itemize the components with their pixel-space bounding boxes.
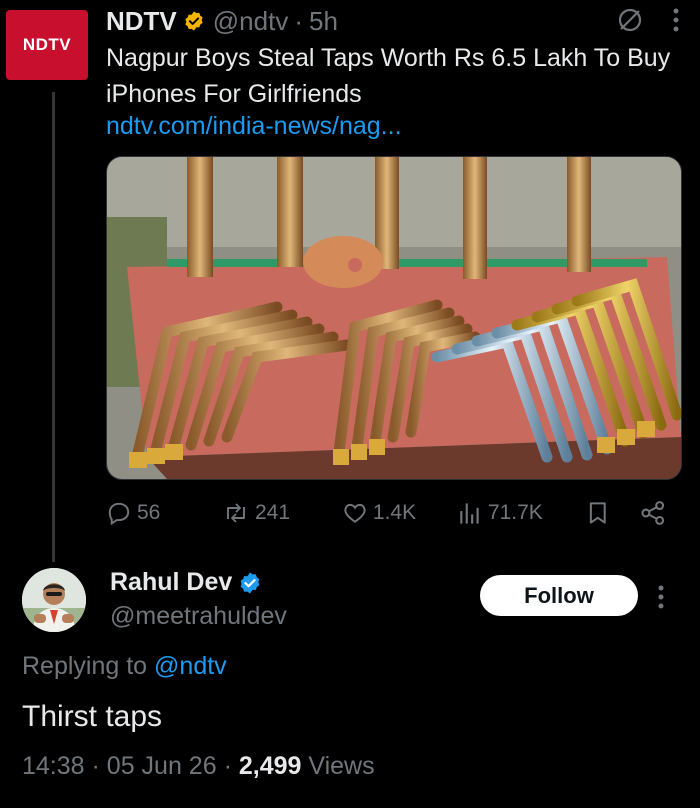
replying-handle-link[interactable]: @ndtv <box>154 652 227 680</box>
reply-action[interactable]: 56 <box>106 500 222 526</box>
follow-button[interactable]: Follow <box>480 575 638 616</box>
replying-to: Replying to @ndtv <box>22 652 227 681</box>
dot-separator: · <box>223 752 239 780</box>
photo-of-stolen-taps <box>107 157 681 479</box>
heart-icon <box>344 503 366 523</box>
tweet-image[interactable] <box>106 156 682 480</box>
tweet-actions: 56 241 1.4K 71.7K <box>106 496 666 530</box>
reply-views-label: Views <box>308 752 375 780</box>
repost-count: 241 <box>255 501 291 524</box>
share-icon[interactable] <box>639 499 667 527</box>
blue-verified-icon <box>240 572 260 593</box>
reply-author-name[interactable]: Rahul Dev <box>110 568 232 597</box>
reply-date[interactable]: 05 Jun 26 <box>107 752 217 780</box>
more-options-icon[interactable] <box>672 7 680 33</box>
author-name[interactable]: NDTV <box>106 6 177 37</box>
reply-count: 56 <box>137 501 161 524</box>
views-count: 71.7K <box>487 501 543 524</box>
reply-text: Thirst taps <box>22 700 163 733</box>
dot-separator: · <box>91 752 107 780</box>
views-chart-icon <box>460 503 479 524</box>
person-photo <box>22 568 86 632</box>
dot-separator: · <box>294 5 303 36</box>
ndtv-logo-text: NDTV <box>22 35 72 54</box>
reply-views-count: 2,499 <box>238 752 302 780</box>
ndtv-avatar[interactable]: NDTV <box>6 10 88 80</box>
reply-meta: 14:38 · 05 Jun 26 · 2,499 Views <box>22 752 375 781</box>
top-icons <box>616 6 680 34</box>
reply-icon <box>108 502 130 526</box>
tweet-header: NDTV @ndtv · 5h <box>106 4 338 38</box>
grok-icon[interactable] <box>616 6 644 34</box>
reply-author-handle[interactable]: @meetrahuldev <box>110 602 287 631</box>
reply-avatar[interactable] <box>22 568 86 632</box>
gold-verified-icon <box>185 11 203 31</box>
repost-action[interactable]: 241 <box>222 500 342 526</box>
reply-time[interactable]: 14:38 <box>22 752 85 780</box>
like-action[interactable]: 1.4K <box>342 500 457 526</box>
replying-prefix: Replying to <box>22 652 148 680</box>
bookmark-icon[interactable] <box>585 500 611 526</box>
thread-line <box>52 92 55 562</box>
repost-icon <box>227 503 245 523</box>
tweet-time[interactable]: 5h <box>309 6 338 37</box>
reply-author-row: Rahul Dev <box>110 568 262 597</box>
tweet-text: Nagpur Boys Steal Taps Worth Rs 6.5 Lakh… <box>106 44 671 108</box>
tweet-link[interactable]: ndtv.com/india-news/nag... <box>106 112 402 141</box>
like-count: 1.4K <box>372 501 417 524</box>
author-handle[interactable]: @ndtv <box>213 6 289 37</box>
views-action[interactable]: 71.7K <box>457 500 573 526</box>
reply-more-options-icon[interactable] <box>657 584 665 610</box>
